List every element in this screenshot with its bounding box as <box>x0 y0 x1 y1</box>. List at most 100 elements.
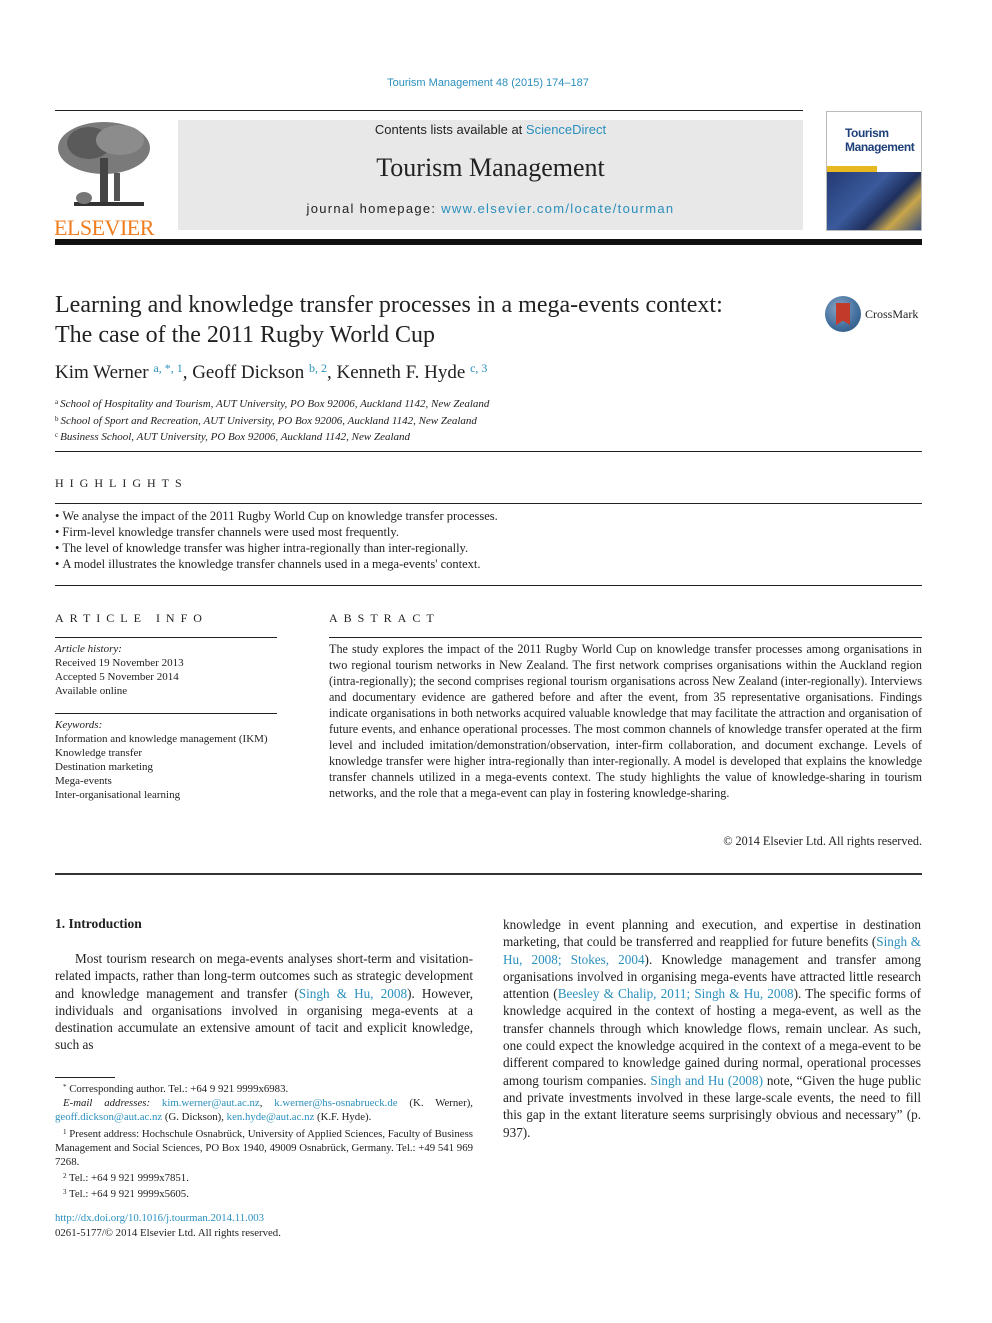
highlight-item: We analyse the impact of the 2011 Rugby … <box>55 508 497 524</box>
author-marks[interactable]: b, 2 <box>309 361 327 375</box>
email-owner: (K. Werner), <box>409 1097 473 1110</box>
footnote-mark: 1 <box>63 1127 67 1136</box>
email-owner: (K.F. Hyde). <box>316 1111 372 1124</box>
divider <box>55 873 922 875</box>
footnote-mark: 3 <box>63 1188 67 1197</box>
paragraph-text: knowledge in event planning and executio… <box>503 917 921 950</box>
citation-link[interactable]: Beesley & Chalip, 2011; Singh & Hu, 2008 <box>558 986 794 1001</box>
abstract-heading: ABSTRACT <box>329 611 440 625</box>
divider <box>55 451 922 452</box>
elsevier-tree-icon <box>54 118 156 210</box>
email-owner: (G. Dickson), <box>164 1111 224 1124</box>
affiliation-item: b School of Sport and Recreation, AUT Uni… <box>55 412 489 429</box>
homepage-prefix: journal homepage: <box>306 201 442 216</box>
author-list: Kim Werner a, *, 1, Geoff Dickson b, 2, … <box>55 361 488 383</box>
email-label: E-mail addresses: <box>63 1097 151 1110</box>
footnote-emails: E-mail addresses: kim.werner@aut.ac.nz, … <box>55 1097 473 1124</box>
intro-paragraph-col2: knowledge in event planning and executio… <box>503 916 921 1141</box>
author-name[interactable]: Kenneth F. Hyde <box>337 362 466 383</box>
footnote-text: Present address: Hochschule Osnabrück, U… <box>55 1127 473 1169</box>
section-heading-introduction: 1. Introduction <box>55 916 142 931</box>
doi-link[interactable]: http://dx.doi.org/10.1016/j.tourman.2014… <box>55 1211 281 1226</box>
author-name[interactable]: Kim Werner <box>55 362 149 383</box>
keyword: Destination marketing <box>55 761 154 773</box>
footnote-2: 2 Tel.: +64 9 921 9999x7851. <box>55 1169 473 1185</box>
cover-title: Tourism Management <box>845 126 915 154</box>
journal-reference[interactable]: Tourism Management 48 (2015) 174–187 <box>0 77 976 89</box>
keyword: Mega-events <box>55 775 112 787</box>
highlight-item: Firm-level knowledge transfer channels w… <box>55 524 498 540</box>
footnote-text: Tel.: +64 9 921 9999x7851. <box>69 1172 189 1185</box>
footnote-text: Corresponding author. Tel.: +64 9 921 99… <box>69 1083 289 1095</box>
footnotes: * Corresponding author. Tel.: +64 9 921 … <box>55 1080 473 1202</box>
email-link[interactable]: kim.werner@aut.ac.nz <box>162 1097 260 1109</box>
divider <box>55 585 922 586</box>
contents-line: Contents lists available at ScienceDirec… <box>178 122 803 137</box>
divider <box>329 637 922 638</box>
keyword: Knowledge transfer <box>55 747 143 759</box>
author-marks[interactable]: c, 3 <box>470 361 487 375</box>
journal-masthead: Contents lists available at ScienceDirec… <box>178 120 803 230</box>
keyword: Information and knowledge management (IK… <box>55 733 268 745</box>
keywords: Keywords: Information and knowledge mana… <box>55 718 277 802</box>
crossmark-label: CrossMark <box>865 307 919 321</box>
keywords-label: Keywords: <box>55 719 103 731</box>
elsevier-wordmark: ELSEVIER <box>54 215 154 240</box>
history-accepted: Accepted 5 November 2014 <box>55 671 179 683</box>
cover-title-line2: Management <box>845 140 915 154</box>
affiliations: a School of Hospitality and Tourism, AUT … <box>55 395 489 445</box>
footnote-divider <box>55 1077 115 1078</box>
citation-link[interactable]: Singh and Hu (2008) <box>650 1073 763 1088</box>
divider <box>55 713 277 714</box>
journal-homepage-link[interactable]: www.elsevier.com/locate/tourman <box>441 201 674 216</box>
article-info-heading: ARTICLE INFO <box>55 611 208 625</box>
email-link[interactable]: geoff.dickson@aut.ac.nz <box>55 1111 162 1123</box>
footnote-mark: 2 <box>63 1172 67 1181</box>
affiliation-item: c Business School, AUT University, PO Box… <box>55 428 489 445</box>
title-line1: Learning and knowledge transfer processe… <box>55 292 723 318</box>
cover-photo <box>827 172 921 230</box>
author-marks[interactable]: a, *, 1 <box>153 361 182 375</box>
citation-link[interactable]: Singh & Hu, 2008 <box>299 986 407 1001</box>
footnote-text: Tel.: +64 9 921 9999x5605. <box>69 1188 189 1201</box>
journal-title: Tourism Management <box>376 153 605 182</box>
homepage-line: journal homepage: www.elsevier.com/locat… <box>178 201 803 216</box>
divider <box>55 637 277 638</box>
sciencedirect-link[interactable]: ScienceDirect <box>526 122 606 137</box>
intro-paragraph-col1: Most tourism research on mega-events ana… <box>55 950 473 1054</box>
email-link[interactable]: ken.hyde@aut.ac.nz <box>227 1111 315 1123</box>
highlight-item: A model illustrates the knowledge transf… <box>55 556 498 572</box>
elsevier-logo: ELSEVIER <box>54 118 156 239</box>
footnote-mark: * <box>63 1083 67 1091</box>
affiliation-mark: b <box>55 414 59 423</box>
affiliation-mark: a <box>55 398 59 406</box>
doi-block: http://dx.doi.org/10.1016/j.tourman.2014… <box>55 1211 281 1241</box>
highlights-heading: HIGHLIGHTS <box>55 476 188 490</box>
highlight-item: The level of knowledge transfer was high… <box>55 540 498 556</box>
author-name[interactable]: Geoff Dickson <box>192 362 304 383</box>
affiliation-mark: c <box>55 431 59 439</box>
email-link[interactable]: k.werner@hs-osnabrueck.de <box>274 1097 397 1109</box>
footnote-corresponding: * Corresponding author. Tel.: +64 9 921 … <box>55 1080 473 1096</box>
affiliation-text: School of Hospitality and Tourism, AUT U… <box>60 398 490 410</box>
title-line2: The case of the 2011 Rugby World Cup <box>55 322 436 348</box>
crossmark-button[interactable]: CrossMark <box>825 296 925 336</box>
cover-title-line1: Tourism <box>845 126 889 140</box>
footnote-3: 3 Tel.: +64 9 921 9999x5605. <box>55 1185 473 1201</box>
affiliation-item: a School of Hospitality and Tourism, AUT … <box>55 395 489 412</box>
history-available: Available online <box>55 685 128 697</box>
journal-cover-image[interactable]: Tourism Management <box>826 111 922 231</box>
abstract-body: The study explores the impact of the 201… <box>329 642 922 800</box>
article-title: Learning and knowledge transfer processe… <box>55 290 815 350</box>
header-thick-rule <box>55 239 922 245</box>
highlights-list: We analyse the impact of the 2011 Rugby … <box>55 508 498 572</box>
history-label: Article history: <box>55 643 122 655</box>
divider <box>55 503 922 504</box>
issn-copyright: 0261-5177/© 2014 Elsevier Ltd. All right… <box>55 1227 281 1239</box>
keyword: Inter-organisational learning <box>55 789 181 801</box>
header-rule <box>55 110 803 111</box>
abstract-copyright: © 2014 Elsevier Ltd. All rights reserved… <box>723 834 922 848</box>
contents-prefix: Contents lists available at <box>374 122 526 137</box>
footnote-1: 1 Present address: Hochschule Osnabrück,… <box>55 1125 473 1170</box>
article-history: Article history: Received 19 November 20… <box>55 642 184 698</box>
